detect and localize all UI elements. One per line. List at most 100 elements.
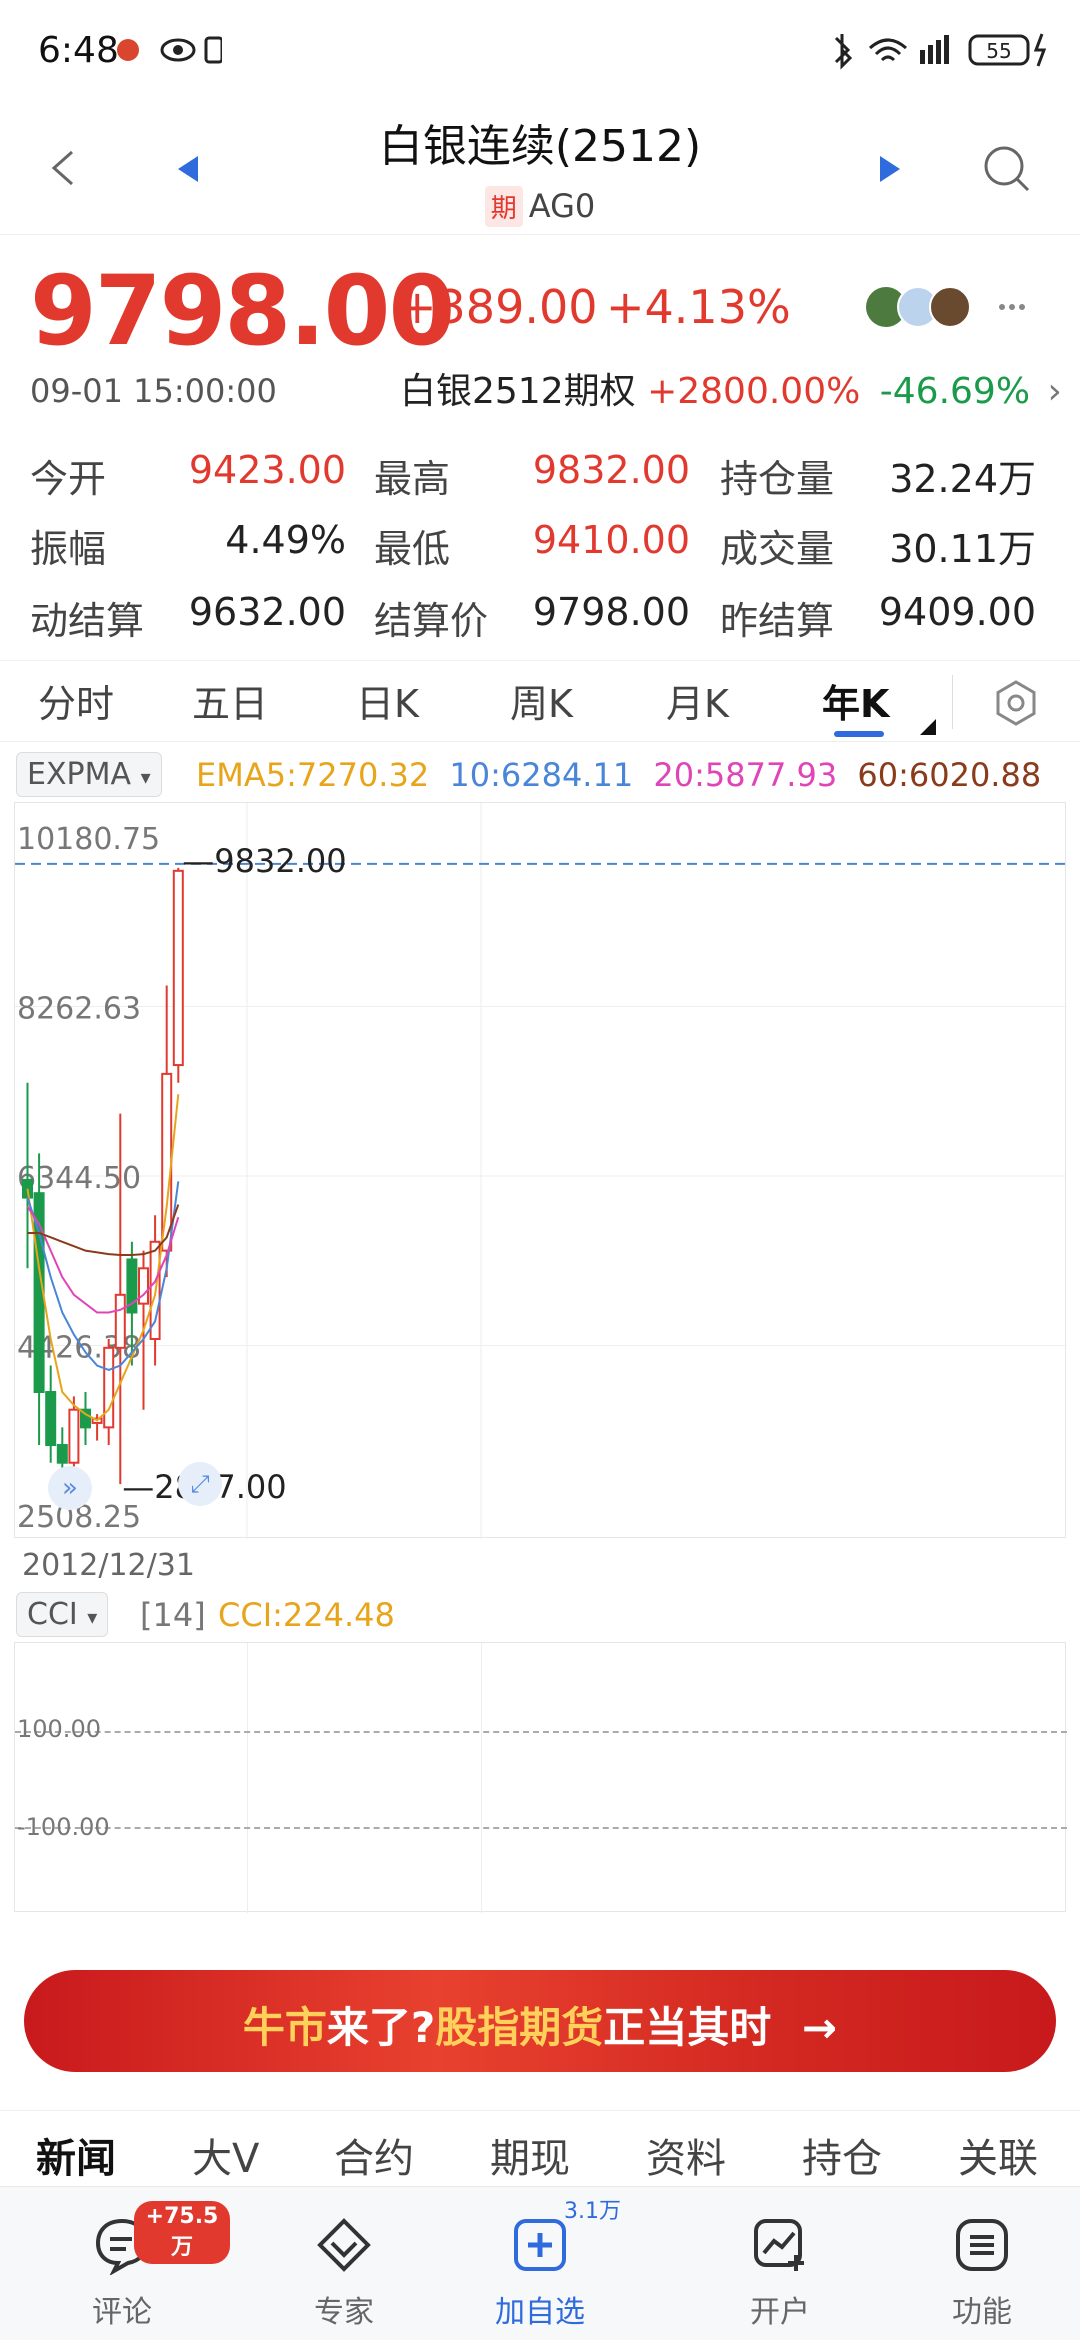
menu-icon — [956, 2219, 1008, 2271]
cci-chart-frame[interactable]: 100.00 -100.00 — [14, 1642, 1067, 1913]
price-change-pct: +4.13% — [606, 280, 791, 334]
nav-add-watchlist[interactable]: 3.1万 加自选 — [432, 2187, 648, 2340]
banner-text: 牛市来了?股指期货正当其时 → — [242, 2003, 838, 2052]
tab-niank[interactable]: 年K — [822, 673, 889, 728]
grid-line — [481, 1643, 482, 1913]
option-link[interactable]: 白银2512期权 +2800.00% -46.69% › — [400, 362, 1062, 414]
next-contract-icon[interactable] — [876, 154, 902, 184]
candle-body — [172, 869, 184, 1067]
y-tick-label: 10180.75 — [17, 822, 160, 857]
indicator-select[interactable]: EXPMA ▾ — [16, 752, 162, 797]
diamond-icon — [317, 2218, 371, 2272]
candle-body — [56, 1444, 68, 1464]
contract-code: 期 AG0 — [0, 186, 1080, 227]
stat-value: 32.24万 — [889, 457, 1036, 501]
tab-info[interactable]: 资料 — [646, 2126, 726, 2184]
watchlist-count: 3.1万 — [564, 2199, 621, 2224]
cci-label-neg100: -100.00 — [17, 1813, 110, 1841]
tab-bigv[interactable]: 大V — [192, 2126, 259, 2184]
candle-body — [45, 1391, 57, 1447]
stat-label: 振幅 — [30, 527, 107, 571]
divider — [0, 2110, 1080, 2111]
ema20-value: 20:5877.93 — [653, 756, 838, 794]
option-pct-1: +2800.00% — [647, 371, 861, 412]
chevron-down-icon: ▾ — [140, 765, 151, 789]
candle-body — [114, 1293, 126, 1349]
tab-active-underline — [834, 731, 884, 737]
tab-related[interactable]: 关联 — [958, 2126, 1038, 2184]
tab-rik[interactable]: 日K — [356, 673, 419, 728]
nav-expert[interactable]: 专家 — [236, 2187, 452, 2340]
page-title: 白银连续(2512) — [378, 121, 702, 172]
comment-badge: +75.5万 — [134, 2201, 230, 2264]
grid-line — [247, 1643, 248, 1913]
stat-value: 9832.00 — [532, 448, 690, 492]
cci-period: [14] — [140, 1596, 206, 1634]
cci-label-100: 100.00 — [17, 1715, 101, 1743]
option-pct-2: -46.69% — [879, 371, 1031, 412]
option-name: 白银2512期权 — [400, 371, 636, 412]
stat-value: 9423.00 — [188, 448, 346, 492]
candle-body — [103, 1346, 115, 1429]
stat-label: 最低 — [374, 527, 451, 571]
cci-select[interactable]: CCI ▾ — [16, 1592, 109, 1637]
period-tabs: 分时 五日 日K 周K 月K 年K — [0, 660, 1080, 742]
add-watchlist-icon — [514, 2219, 566, 2271]
tab-position[interactable]: 持仓 — [802, 2126, 882, 2184]
stat-label: 持仓量 — [720, 457, 835, 501]
quote-timestamp: 09-01 15:00:00 — [30, 372, 277, 410]
bottom-nav: +75.5万 评论 专家 3.1万 加自选 开户 功能 — [0, 2186, 1080, 2340]
y-tick-label: 6344.50 — [17, 1161, 141, 1196]
dropdown-corner-icon — [920, 719, 936, 735]
stat-label: 成交量 — [720, 527, 835, 571]
ema5-value: EMA5:7270.32 — [196, 756, 430, 794]
cci-neg100-line — [15, 1827, 1067, 1829]
search-icon[interactable] — [982, 144, 1032, 194]
stat-label: 动结算 — [30, 599, 145, 643]
stat-label: 昨结算 — [720, 599, 835, 643]
arrow-right-icon: → — [801, 2003, 838, 2052]
ema60-value: 60:6020.88 — [857, 756, 1042, 794]
stat-value: 30.11万 — [889, 527, 1036, 571]
open-account-icon — [754, 2219, 804, 2271]
tab-zhouk[interactable]: 周K — [510, 673, 573, 728]
chart-settings-icon[interactable] — [992, 679, 1040, 727]
fullscreen-icon[interactable]: ⤢ — [178, 1462, 222, 1506]
ema10-value: 10:6284.11 — [449, 756, 634, 794]
tab-divider — [952, 675, 953, 729]
stat-label: 结算价 — [374, 599, 489, 643]
tab-fenshi[interactable]: 分时 — [38, 673, 114, 728]
futures-badge: 期 — [484, 186, 523, 227]
ema-values: EMA5:7270.32 10:6284.11 20:5877.93 60:60… — [196, 756, 1041, 794]
tab-contract[interactable]: 合约 — [334, 2126, 414, 2184]
promo-banner[interactable]: 牛市来了?股指期货正当其时 → — [24, 1970, 1056, 2072]
tab-spot[interactable]: 期现 — [490, 2126, 570, 2184]
status-system-icons: 55 — [834, 33, 1047, 70]
chevron-down-icon: ▾ — [87, 1605, 98, 1629]
chevron-right-icon: › — [1047, 371, 1062, 412]
stat-value: 9410.00 — [532, 518, 690, 562]
tab-yuek[interactable]: 月K — [666, 673, 729, 728]
stat-value: 4.49% — [225, 518, 346, 562]
expand-left-icon[interactable]: » — [48, 1466, 92, 1510]
stat-value: 9632.00 — [188, 590, 346, 634]
tab-news[interactable]: 新闻 — [36, 2126, 116, 2184]
last-price: 9798.00 — [30, 255, 455, 367]
cci-value: CCI:224.48 — [218, 1596, 395, 1634]
tab-wuri[interactable]: 五日 — [192, 673, 268, 728]
nav-open-account[interactable]: 开户 — [672, 2187, 888, 2340]
cci-100-line — [15, 1731, 1067, 1733]
avatar-group[interactable] — [862, 282, 1042, 332]
candle-body — [68, 1408, 80, 1464]
nav-functions[interactable]: 功能 — [874, 2187, 1080, 2340]
top-bar: 白银连续(2512) 期 AG0 — [0, 100, 1080, 235]
nav-comment[interactable]: +75.5万 评论 — [14, 2187, 230, 2340]
status-time: 6:48 — [38, 30, 119, 71]
status-bar: 6:48 55 — [0, 0, 1080, 100]
price-change: +389.00 — [398, 280, 598, 334]
kline-chart-frame[interactable]: 10180.75 8262.63 6344.50 4426.38 2508.25 —983… — [14, 802, 1067, 1539]
svg-text:55: 55 — [986, 39, 1011, 63]
status-notification-icons — [117, 36, 222, 64]
stat-value: 9798.00 — [532, 590, 690, 634]
y-tick-label: 8262.63 — [17, 992, 141, 1027]
